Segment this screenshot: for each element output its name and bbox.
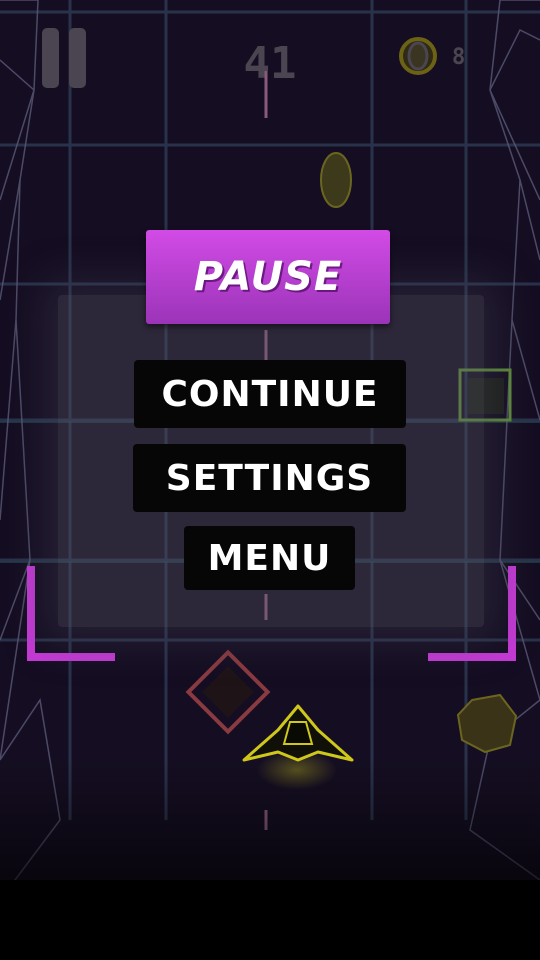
pause-title: PAUSE (146, 230, 390, 324)
coin-counter: 8 (452, 45, 466, 70)
pause-icon[interactable] (42, 28, 90, 88)
settings-button[interactable]: SETTINGS (133, 444, 406, 512)
pause-bar-left (42, 28, 59, 88)
pause-bar-right (69, 28, 86, 88)
menu-button[interactable]: MENU (184, 526, 355, 590)
distant-coin (320, 152, 352, 208)
score-counter: 41 (243, 38, 297, 89)
coin-icon (399, 37, 437, 75)
continue-button[interactable]: CONTINUE (134, 360, 406, 428)
